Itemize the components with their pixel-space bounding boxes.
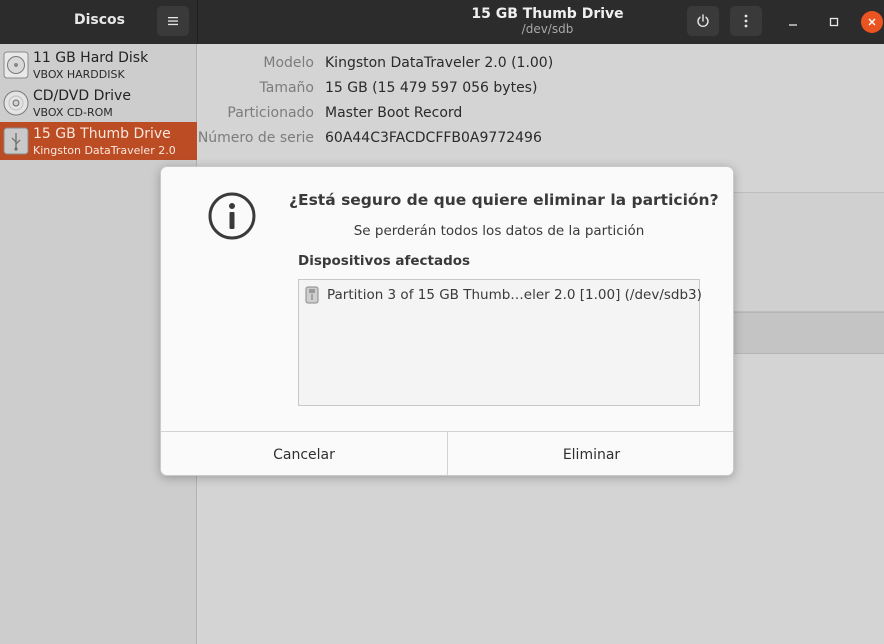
dialog-message: Se perderán todos los datos de la partic… — [353, 223, 645, 239]
drive-name: 15 GB Thumb Drive — [33, 126, 171, 142]
sidebar-item-optical-drive[interactable]: CD/DVD Drive VBOX CD-ROM — [0, 84, 197, 122]
cancel-button[interactable]: Cancelar — [161, 432, 448, 475]
list-item[interactable]: Partition 3 of 15 GB Thumb…eler 2.0 [1.0… — [305, 285, 702, 305]
partitioning-label: Particionado — [227, 105, 314, 121]
partitioning-value: Master Boot Record — [325, 105, 463, 121]
app-title: Discos — [74, 12, 126, 28]
power-icon — [697, 14, 709, 27]
serial-value: 60A44C3FACDCFFB0A9772496 — [325, 130, 542, 146]
close-icon — [868, 18, 876, 26]
usb-drive-icon — [3, 127, 29, 155]
optical-disc-icon — [3, 90, 29, 116]
window-title: 15 GB Thumb Drive — [471, 6, 624, 22]
drive-options-button[interactable] — [730, 6, 762, 36]
sidebar-item-hard-disk[interactable]: 11 GB Hard Disk VBOX HARDDISK — [0, 46, 197, 84]
model-label: Modelo — [263, 55, 314, 71]
volume-segment[interactable] — [732, 312, 884, 354]
header-bar: Discos 15 GB Thumb Drive /dev/sdb — [0, 0, 884, 44]
main-menu-button[interactable] — [157, 6, 189, 36]
power-off-button[interactable] — [687, 6, 719, 36]
window-subtitle: /dev/sdb — [521, 22, 574, 36]
info-icon — [208, 192, 256, 240]
maximize-icon — [829, 17, 839, 27]
maximize-button[interactable] — [823, 11, 845, 33]
hard-disk-icon — [3, 51, 29, 79]
vertical-dots-icon — [744, 14, 748, 28]
dialog-button-bar: Cancelar Eliminar — [161, 431, 733, 475]
serial-label: Número de serie — [197, 130, 314, 146]
device-label: Partition 3 of 15 GB Thumb…eler 2.0 [1.0… — [327, 287, 702, 303]
drive-model: VBOX CD-ROM — [33, 106, 113, 119]
delete-partition-dialog: ¿Está seguro de que quiere eliminar la p… — [160, 166, 734, 476]
affected-devices-list[interactable]: Partition 3 of 15 GB Thumb…eler 2.0 [1.0… — [298, 279, 702, 406]
header-separator — [197, 0, 198, 44]
model-value: Kingston DataTraveler 2.0 (1.00) — [325, 55, 554, 71]
size-value: 15 GB (15 479 597 056 bytes) — [325, 80, 538, 96]
drive-name: CD/DVD Drive — [33, 88, 131, 104]
sidebar-item-thumb-drive[interactable]: 15 GB Thumb Drive Kingston DataTraveler … — [0, 122, 197, 160]
drive-model: VBOX HARDDISK — [33, 68, 125, 81]
affected-devices-heading: Dispositivos afectados — [298, 253, 471, 269]
close-button[interactable] — [861, 11, 883, 33]
drive-name: 11 GB Hard Disk — [33, 50, 149, 66]
volumes-map[interactable] — [732, 192, 884, 312]
sidebar-header: Discos — [0, 0, 197, 44]
minimize-icon — [789, 24, 797, 26]
dialog-title: ¿Está seguro de que quiere eliminar la p… — [289, 191, 719, 209]
minimize-button[interactable] — [782, 11, 804, 33]
usb-drive-icon — [305, 286, 319, 304]
drive-model: Kingston DataTraveler 2.0 — [33, 144, 176, 157]
size-label: Tamaño — [259, 80, 314, 96]
hamburger-menu-icon — [168, 17, 178, 26]
delete-button[interactable]: Eliminar — [448, 432, 733, 475]
